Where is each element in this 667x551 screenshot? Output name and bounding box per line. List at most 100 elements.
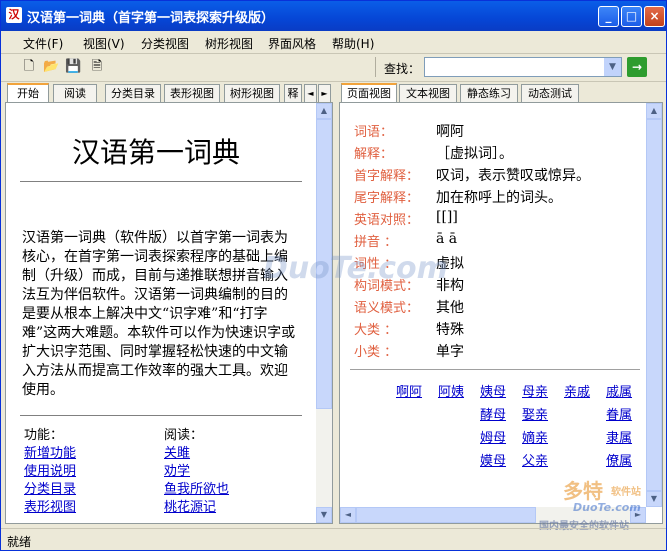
go-button[interactable]: → [627, 57, 647, 77]
link-category[interactable]: 分类目录 [24, 481, 76, 499]
menu-file[interactable]: 文件(F) [23, 35, 63, 52]
related-word-link[interactable]: 啊阿 [396, 381, 422, 400]
link-taohuayuanji[interactable]: 桃花源记 [164, 499, 229, 517]
field-label: 小类 ： [354, 345, 398, 360]
link-guanju[interactable]: 关雎 [164, 445, 229, 463]
related-word-link[interactable]: 阿姨 [438, 381, 464, 400]
field-label: 解释： [354, 147, 394, 162]
menu-tree-view[interactable]: 树形视图 [205, 35, 253, 52]
related-word-link[interactable]: 亲戚 [564, 381, 590, 400]
field-value: 叹词，表示赞叹或惊异。 [436, 168, 590, 184]
menu-category-view[interactable]: 分类视图 [141, 35, 189, 52]
scroll-down-icon[interactable]: ▼ [646, 491, 662, 507]
field-value: ［虚拟词］。 [436, 146, 513, 162]
find-label: 查找： [384, 62, 421, 76]
watermark-main: DuoTe.com [263, 251, 448, 286]
related-word-link[interactable]: 父亲 [522, 450, 548, 469]
field-value: 加在称呼上的词头。 [436, 190, 562, 206]
title-bar[interactable]: 汉 汉语第一词典（首字第一词表探索升级版） _ □ × [1, 1, 666, 31]
status-text: 就绪 [7, 535, 32, 549]
scroll-up-icon[interactable]: ▲ [316, 103, 332, 119]
toolbar: 🗋 📂 💾 🗎 查找： ▼ → [1, 54, 666, 82]
related-word-link[interactable]: 嫡亲 [522, 427, 548, 446]
related-word-link[interactable]: 酵母 [480, 404, 506, 423]
tab-tree-view[interactable]: 树形视图 [224, 84, 280, 102]
divider [20, 181, 302, 182]
field-value: 啊阿 [436, 124, 464, 140]
reading-list: 阅读： 关雎 劝学 鱼我所欲也 桃花源记 [164, 427, 229, 517]
tab-static-practice[interactable]: 静态练习 [460, 84, 518, 102]
link-yuwosuoyu[interactable]: 鱼我所欲也 [164, 481, 229, 499]
function-heading: 功能： [24, 428, 64, 443]
tab-dynamic-test[interactable]: 动态测试 [521, 84, 579, 102]
link-quanxue[interactable]: 劝学 [164, 463, 229, 481]
divider [20, 415, 302, 416]
scroll-left-icon[interactable]: ◄ [340, 507, 356, 523]
reading-heading: 阅读： [164, 428, 204, 443]
related-word-link[interactable]: 眷属 [606, 404, 632, 423]
tab-table-view[interactable]: 表形视图 [164, 84, 220, 102]
tab-scroll-left-icon[interactable]: ◄ [304, 84, 317, 102]
tab-start[interactable]: 开始 [7, 83, 49, 103]
tab-page-view[interactable]: 页面视图 [341, 83, 397, 103]
related-word-link[interactable]: 隶属 [606, 427, 632, 446]
watermark-site: DuoTe.com [573, 501, 641, 514]
link-table-view[interactable]: 表形视图 [24, 499, 76, 517]
scroll-thumb[interactable] [646, 119, 662, 491]
tab-explain[interactable]: 释 [284, 84, 302, 102]
scroll-thumb[interactable] [356, 507, 536, 523]
splitter[interactable] [334, 84, 338, 525]
app-window: 汉 汉语第一词典（首字第一词表探索升级版） _ □ × 文件(F) 视图(V) … [0, 0, 667, 551]
related-word-link[interactable]: 姆母 [480, 427, 506, 446]
start-page: 汉语第一词典 汉语第一词典（软件版）以首字第一词表为核心，在首字第一词表探索程序… [5, 102, 333, 524]
tab-read[interactable]: 阅读 [53, 84, 97, 102]
field-label: 词语： [354, 125, 394, 140]
scroll-down-icon[interactable]: ▼ [316, 507, 332, 523]
tab-category[interactable]: 分类目录 [105, 84, 161, 102]
field-value: 单字 [436, 344, 464, 360]
field-label: 拼音 ： [354, 235, 398, 250]
right-tabstrip: 页面视图 文本视图 静态练习 动态测试 [339, 83, 663, 103]
field-label: 大类 ： [354, 323, 398, 338]
tab-scroll-right-icon[interactable]: ► [318, 84, 331, 102]
watermark-sub: 软件站 [611, 487, 641, 498]
right-vertical-scrollbar[interactable]: ▲ ▼ [646, 103, 662, 507]
toolbar-separator [375, 57, 376, 77]
related-word-link[interactable]: 戚属 [606, 381, 632, 400]
tab-text-view[interactable]: 文本视图 [399, 84, 457, 102]
menu-ui-style[interactable]: 界面风格 [268, 35, 316, 52]
page-title: 汉语第一词典 [71, 136, 240, 169]
link-instructions[interactable]: 使用说明 [24, 463, 76, 481]
related-word-link[interactable]: 母亲 [522, 381, 548, 400]
field-label: 首字解释： [354, 169, 420, 184]
find-combobox[interactable]: ▼ [424, 57, 622, 77]
field-value: 其他 [436, 300, 464, 316]
save-disk-icon[interactable]: 💾 [65, 59, 81, 75]
menu-bar: 文件(F) 视图(V) 分类视图 树形视图 界面风格 帮助(H) [1, 31, 666, 54]
related-word-link[interactable]: 姨母 [480, 381, 506, 400]
new-file-icon[interactable]: 🗋 [21, 59, 37, 75]
field-value: [[]] [436, 209, 458, 225]
intro-paragraph: 汉语第一词典（软件版）以首字第一词表为核心，在首字第一词表探索程序的基础上编制（… [22, 230, 296, 398]
menu-view[interactable]: 视图(V) [83, 35, 125, 52]
status-bar: 就绪 [1, 528, 666, 551]
chevron-down-icon[interactable]: ▼ [604, 58, 621, 76]
divider [350, 369, 640, 370]
maximize-button[interactable]: □ [621, 6, 642, 27]
function-list: 功能： 新增功能 使用说明 分类目录 表形视图 [24, 427, 76, 517]
minimize-button[interactable]: _ [598, 6, 619, 27]
field-label: 尾字解释： [354, 191, 420, 206]
related-word-link[interactable]: 嫫母 [480, 450, 506, 469]
app-icon: 汉 [6, 7, 22, 23]
field-label: 语义模式： [354, 301, 420, 316]
window-title: 汉语第一词典（首字第一词表探索升级版） [27, 11, 275, 26]
link-new-features[interactable]: 新增功能 [24, 445, 76, 463]
scroll-up-icon[interactable]: ▲ [646, 103, 662, 119]
related-word-link[interactable]: 僚属 [606, 450, 632, 469]
close-button[interactable]: × [644, 6, 665, 27]
menu-help[interactable]: 帮助(H) [332, 35, 374, 52]
left-vertical-scrollbar[interactable]: ▲ ▼ [316, 103, 332, 523]
open-folder-icon[interactable]: 📂 [43, 59, 59, 75]
print-preview-icon[interactable]: 🗎 [89, 59, 105, 75]
related-word-link[interactable]: 娶亲 [522, 404, 548, 423]
